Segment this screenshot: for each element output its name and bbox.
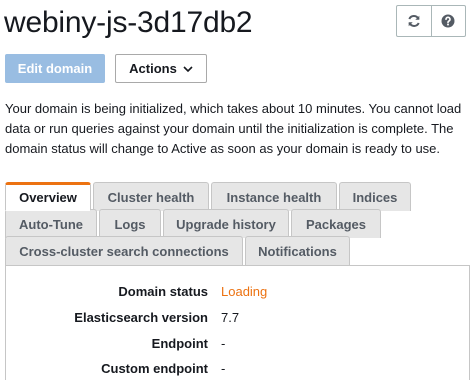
- refresh-icon: [407, 14, 421, 28]
- tab-auto-tune[interactable]: Auto-Tune: [5, 209, 97, 238]
- actions-dropdown-button[interactable]: Actions: [115, 54, 207, 83]
- page-title: webiny-js-3d17db2: [4, 6, 253, 39]
- tab-cluster-health[interactable]: Cluster health: [93, 182, 209, 211]
- tab-notifications[interactable]: Notifications: [245, 236, 350, 265]
- tab-logs[interactable]: Logs: [99, 209, 161, 238]
- refresh-button[interactable]: [397, 6, 431, 36]
- help-button[interactable]: [430, 6, 465, 36]
- header-icon-buttons: [396, 5, 466, 37]
- endpoint-label: Endpoint: [151, 336, 208, 351]
- elasticsearch-version-value: 7.7: [221, 310, 240, 325]
- tab-cross-cluster-search-connections[interactable]: Cross-cluster search connections: [5, 236, 243, 265]
- custom-endpoint-label: Custom endpoint: [101, 361, 208, 376]
- domain-status-value: Loading: [221, 284, 268, 299]
- actions-label: Actions: [129, 61, 177, 76]
- help-icon: [441, 14, 455, 28]
- custom-endpoint-row: Custom endpoint -: [5, 359, 470, 379]
- initialization-message: Your domain is being initialized, which …: [5, 101, 462, 156]
- tab-packages[interactable]: Packages: [291, 209, 381, 238]
- tab-upgrade-history[interactable]: Upgrade history: [163, 209, 289, 238]
- tab-indices[interactable]: Indices: [339, 182, 411, 211]
- endpoint-value: -: [221, 336, 226, 351]
- chevron-down-icon: [183, 61, 193, 76]
- elasticsearch-version-label: Elasticsearch version: [74, 310, 208, 325]
- endpoint-row: Endpoint -: [5, 334, 470, 354]
- tab-instance-health[interactable]: Instance health: [211, 182, 337, 211]
- domain-status-label: Domain status: [118, 284, 208, 299]
- edit-domain-button[interactable]: Edit domain: [5, 54, 105, 83]
- custom-endpoint-value: -: [221, 361, 226, 376]
- domain-status-row: Domain status Loading: [5, 282, 470, 302]
- tab-overview[interactable]: Overview: [5, 182, 91, 211]
- elasticsearch-version-row: Elasticsearch version 7.7: [5, 308, 470, 328]
